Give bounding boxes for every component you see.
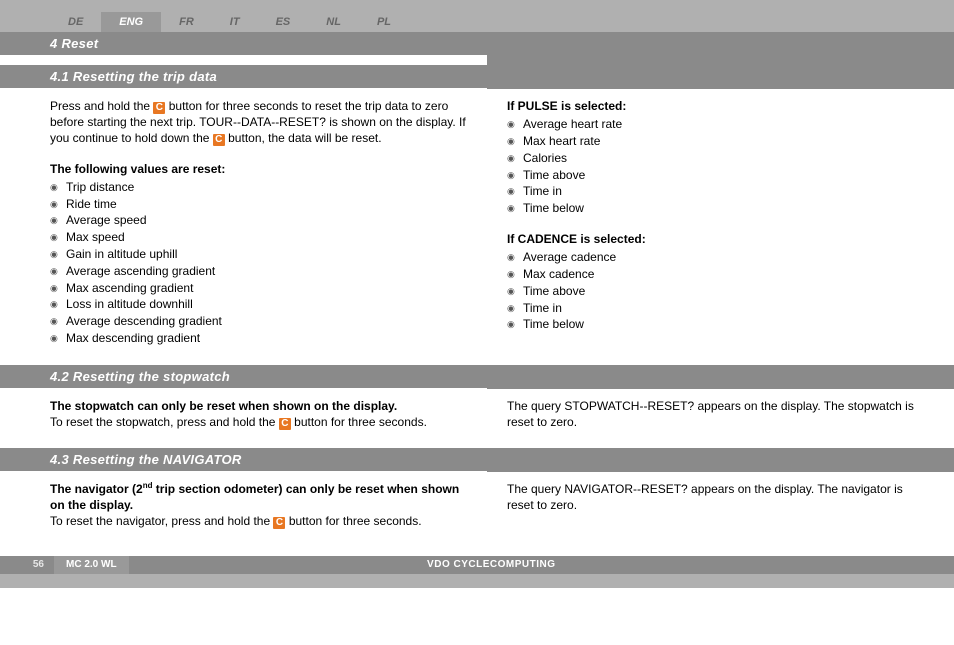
list-item: Ride time xyxy=(50,196,467,213)
section-4-3-body: The navigator (2nd trip section odometer… xyxy=(0,471,954,556)
cadence-title: If CADENCE is selected: xyxy=(507,231,924,247)
language-bar: DE ENG FR IT ES NL PL xyxy=(0,0,954,32)
list-item: Max cadence xyxy=(507,266,924,283)
list-item: Calories xyxy=(507,150,924,167)
list-item: Time in xyxy=(507,300,924,317)
list-item: Trip distance xyxy=(50,179,467,196)
c-button-icon: C xyxy=(213,134,225,146)
pulse-title: If PULSE is selected: xyxy=(507,98,924,114)
list-item: Gain in altitude uphill xyxy=(50,246,467,263)
lang-tab-eng[interactable]: ENG xyxy=(101,12,161,32)
bottom-stripe xyxy=(0,574,954,588)
stopwatch-right: The query STOPWATCH--RESET? appears on t… xyxy=(507,398,924,430)
section-4-1-body: Press and hold the C button for three se… xyxy=(0,88,954,365)
section-4-3-title: 4.3 Resetting the NAVIGATOR xyxy=(0,448,954,471)
list-item: Average descending gradient xyxy=(50,313,467,330)
lang-tab-de[interactable]: DE xyxy=(50,12,101,32)
page-footer: 56 MC 2.0 WL VDO CYCLECOMPUTING xyxy=(0,556,954,574)
lang-tab-pl[interactable]: PL xyxy=(359,12,409,32)
list-item: Time below xyxy=(507,200,924,217)
section-4-title: 4 Reset xyxy=(0,32,954,55)
navigator-text: To reset the navigator, press and hold t… xyxy=(50,513,467,529)
list-item: Time above xyxy=(507,167,924,184)
list-item: Average ascending gradient xyxy=(50,263,467,280)
section-4-2-body: The stopwatch can only be reset when sho… xyxy=(0,388,954,448)
lang-tab-nl[interactable]: NL xyxy=(308,12,359,32)
reset-list-title: The following values are reset: xyxy=(50,161,467,177)
c-button-icon: C xyxy=(273,517,285,529)
stopwatch-text: To reset the stopwatch, press and hold t… xyxy=(50,414,467,430)
list-item: Max speed xyxy=(50,229,467,246)
list-item: Time above xyxy=(507,283,924,300)
lang-tab-es[interactable]: ES xyxy=(258,12,309,32)
stopwatch-bold: The stopwatch can only be reset when sho… xyxy=(50,398,467,414)
cadence-list: Average cadence Max cadence Time above T… xyxy=(507,249,924,333)
section-4-1-title: 4.1 Resetting the trip data xyxy=(0,65,954,88)
c-button-icon: C xyxy=(279,418,291,430)
pulse-list: Average heart rate Max heart rate Calori… xyxy=(507,116,924,217)
list-item: Average speed xyxy=(50,212,467,229)
section-4-2-title: 4.2 Resetting the stopwatch xyxy=(0,365,954,388)
list-item: Max descending gradient xyxy=(50,330,467,347)
footer-brand: VDO CYCLECOMPUTING xyxy=(29,559,954,570)
list-item: Max heart rate xyxy=(507,133,924,150)
reset-trip-paragraph: Press and hold the C button for three se… xyxy=(50,98,467,147)
list-item: Average cadence xyxy=(507,249,924,266)
list-item: Time below xyxy=(507,316,924,333)
divider-bar xyxy=(0,55,954,65)
lang-tab-fr[interactable]: FR xyxy=(161,12,212,32)
list-item: Average heart rate xyxy=(507,116,924,133)
list-item: Loss in altitude downhill xyxy=(50,296,467,313)
list-item: Time in xyxy=(507,183,924,200)
navigator-right: The query NAVIGATOR--RESET? appears on t… xyxy=(507,481,924,513)
lang-tab-it[interactable]: IT xyxy=(212,12,258,32)
list-item: Max ascending gradient xyxy=(50,280,467,297)
reset-values-list: Trip distance Ride time Average speed Ma… xyxy=(50,179,467,347)
navigator-bold: The navigator (2nd trip section odometer… xyxy=(50,481,467,513)
c-button-icon: C xyxy=(153,102,165,114)
